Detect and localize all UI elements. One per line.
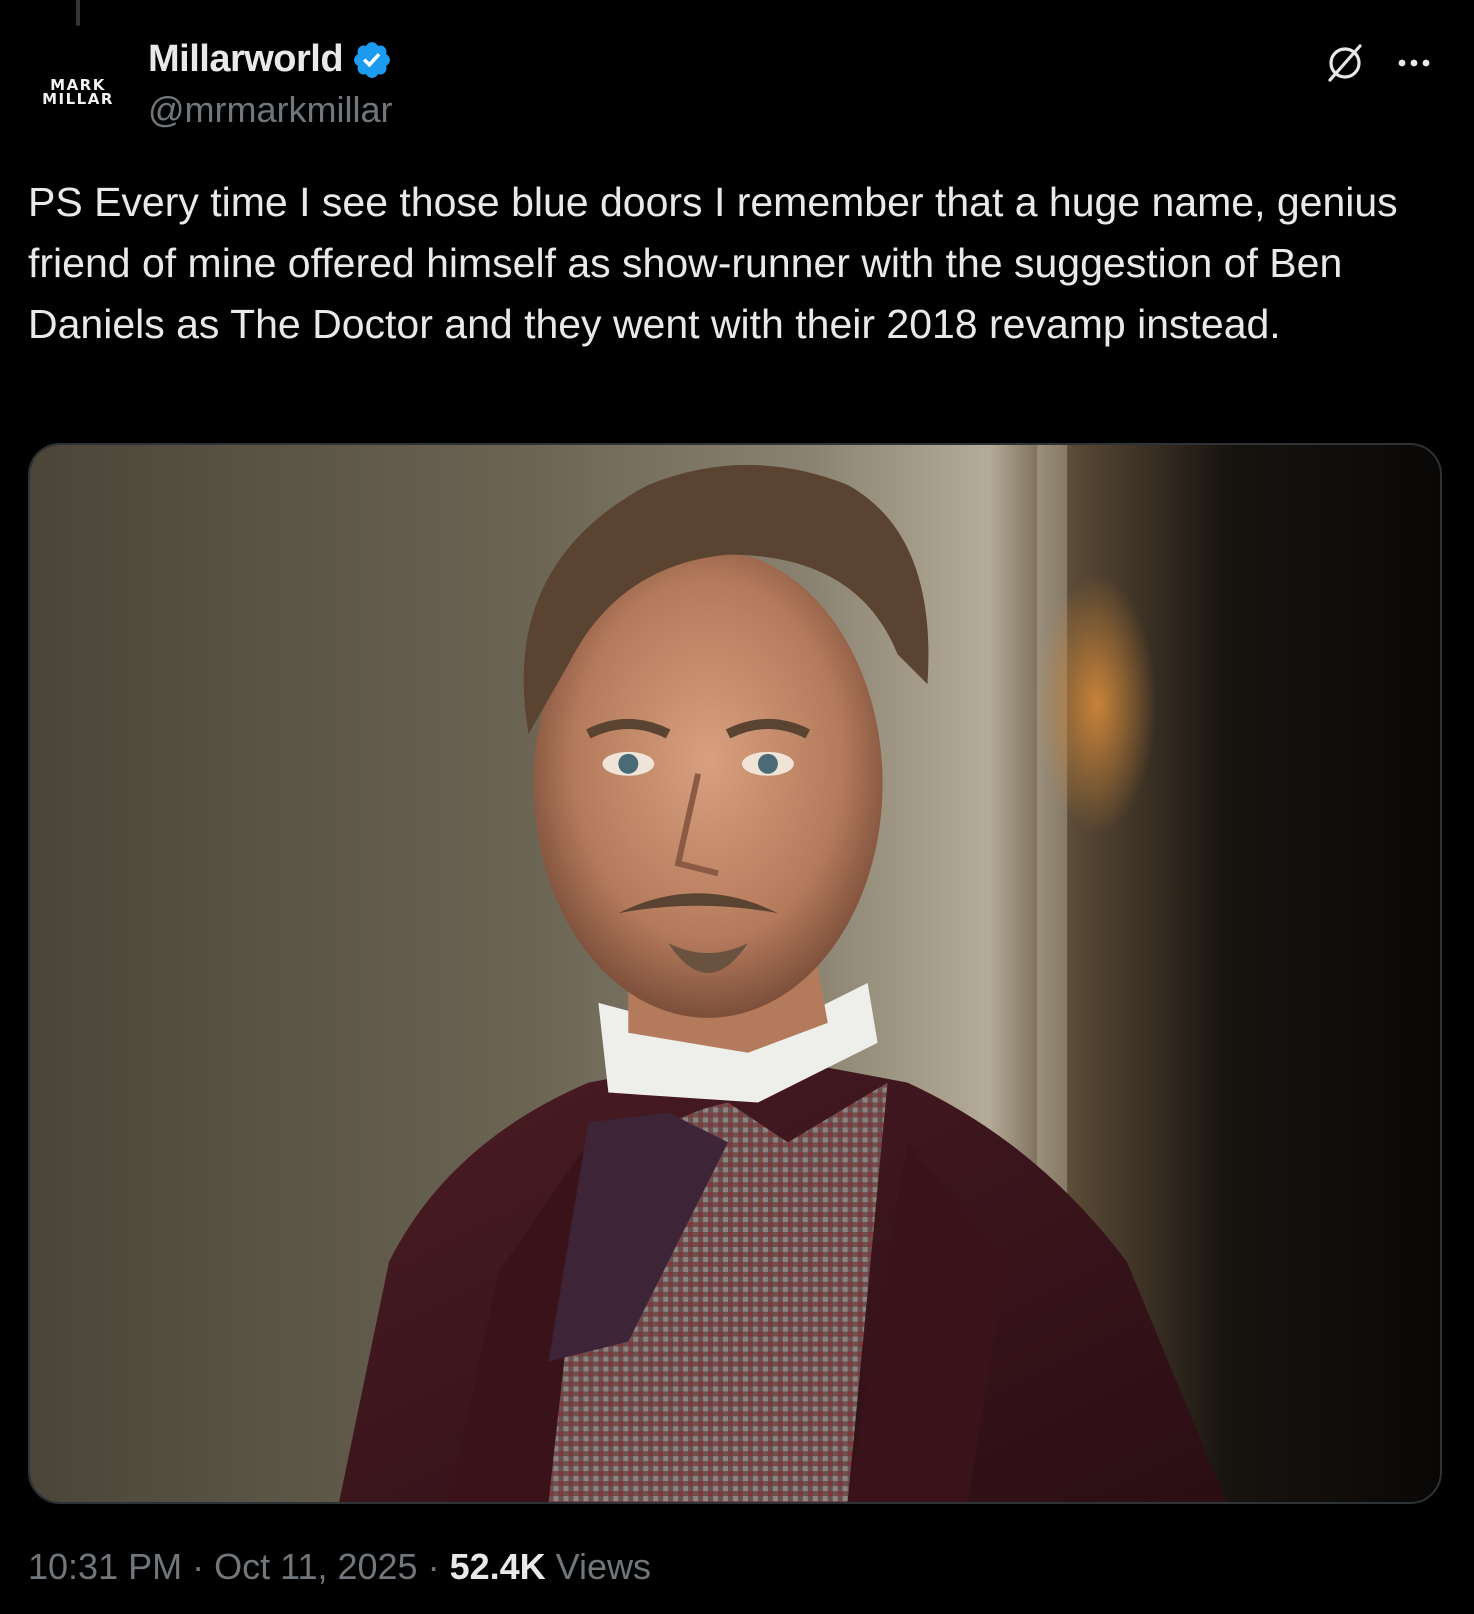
views-count: 52.4K [449, 1546, 546, 1587]
author-display-name[interactable]: Millarworld [148, 38, 344, 81]
avatar[interactable]: MARK MILLAR [28, 42, 128, 142]
avatar-logo-line2: MILLAR [42, 90, 114, 108]
grok-icon[interactable] [1322, 40, 1368, 86]
verified-badge-icon[interactable] [351, 39, 393, 81]
tweet-meta: 10:31 PM · Oct 11, 2025 · 52.4K Views [28, 1546, 651, 1588]
views-label: Views [555, 1546, 652, 1587]
tweet-time[interactable]: 10:31 PM [28, 1546, 182, 1587]
meta-separator-1: · [182, 1546, 215, 1587]
tweet-date[interactable]: Oct 11, 2025 [214, 1546, 417, 1587]
author-handle[interactable]: @mrmarkmillar [148, 89, 393, 131]
tweet-text: PS Every time I see those blue doors I r… [28, 179, 1398, 347]
thread-connector-line [76, 0, 80, 26]
portrait-photo [30, 445, 1440, 1502]
tweet-author-header: Millarworld @mrmarkmillar [148, 38, 393, 131]
meta-separator-2: · [417, 1546, 450, 1587]
name-row: Millarworld [148, 38, 393, 81]
tweet-media-photo[interactable] [28, 443, 1442, 1504]
more-options-icon[interactable] [1394, 43, 1434, 83]
tweet-actions [1322, 40, 1434, 86]
